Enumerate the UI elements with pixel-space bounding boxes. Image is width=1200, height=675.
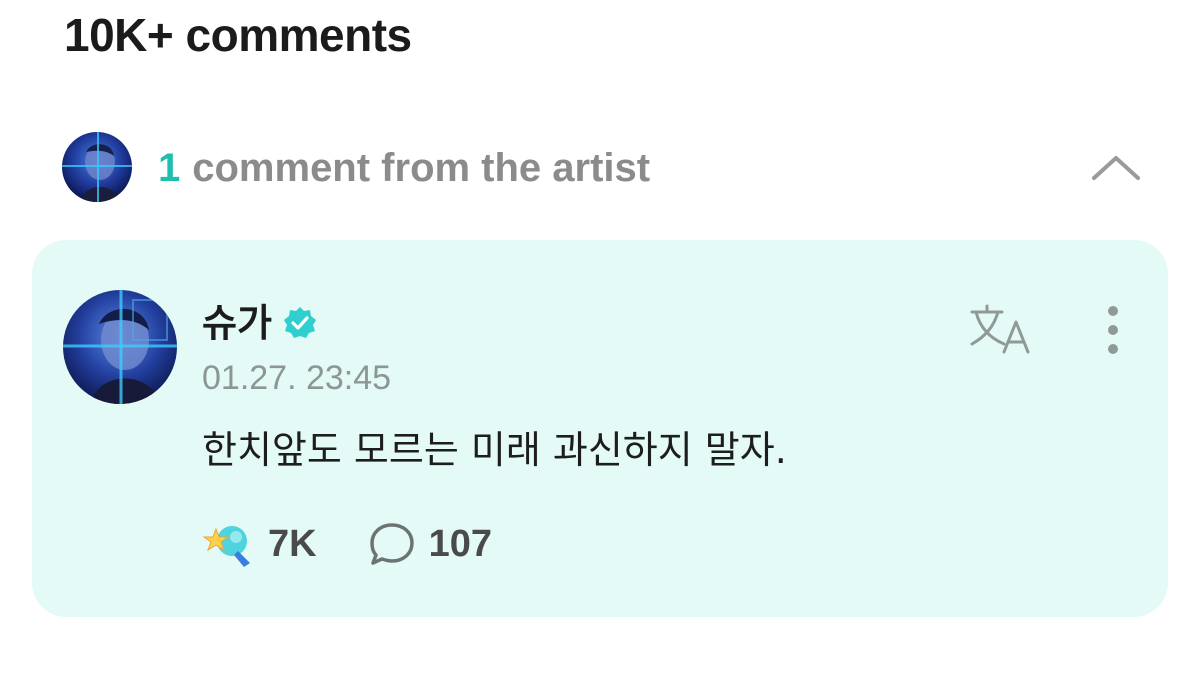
chevron-up-icon[interactable]: [1090, 146, 1142, 186]
comment-body: 한치앞도 모르는 미래 과신하지 말자.: [202, 428, 787, 472]
author-name[interactable]: 슈가: [202, 300, 272, 346]
comment-action-bar: 7K 107: [202, 516, 492, 572]
artist-comment-text: comment from the artist: [192, 146, 651, 190]
reply-button[interactable]: 107: [367, 519, 492, 569]
artist-comments-toggle[interactable]: 1 comment from the artist: [62, 132, 1142, 204]
reaction-sticker-icon: [202, 519, 258, 569]
comments-page: 10K+ comments 1 comment from the artist …: [0, 0, 1200, 675]
verified-badge-icon: [282, 305, 318, 341]
reply-count: 107: [428, 523, 492, 565]
chat-bubble-icon: [367, 519, 417, 569]
author-avatar[interactable]: [63, 290, 177, 404]
avatar: [62, 132, 132, 202]
artist-comment-count: 1: [158, 146, 181, 190]
comments-title: 10K+ comments: [64, 9, 412, 61]
reaction-button[interactable]: 7K: [202, 519, 317, 569]
translate-icon[interactable]: [968, 302, 1038, 358]
more-vertical-icon[interactable]: [1096, 302, 1130, 358]
reaction-count: 7K: [268, 523, 317, 565]
artist-comment-card: 슈가 01.27. 23:45 한치앞도 모르는 미래 과신하지 말자. 7K …: [32, 240, 1168, 617]
author-line: 슈가: [202, 298, 318, 348]
artist-comments-label: 1 comment from the artist: [158, 144, 650, 192]
comment-timestamp: 01.27. 23:45: [202, 359, 392, 397]
